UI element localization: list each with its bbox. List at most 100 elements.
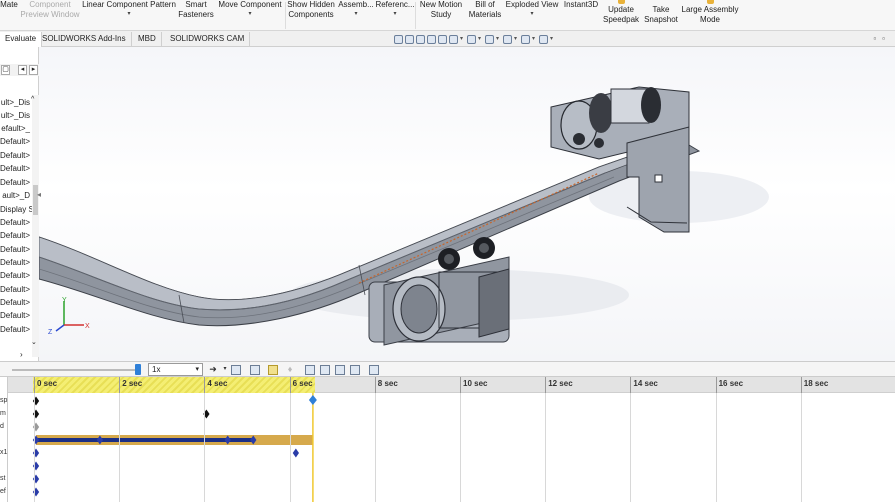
playback-slider-thumb[interactable] — [135, 364, 141, 375]
hide-show-items-icon[interactable] — [485, 34, 494, 44]
playback-speed-value: 1x — [152, 365, 161, 374]
view-orientation-icon[interactable] — [449, 34, 458, 44]
exploded-view-dropdown-icon[interactable]: ▾ — [530, 10, 533, 18]
chevron-down-icon[interactable]: ▾ — [532, 36, 537, 42]
timeline-grid-line — [289, 393, 291, 502]
assembly-features-label: Assemb... — [338, 0, 374, 9]
tree-scroll-right-icon[interactable]: ▸ — [29, 65, 38, 75]
show-hidden-components-button[interactable]: Show Hidden Components — [287, 0, 335, 31]
mate-button[interactable]: Mate — [0, 0, 18, 31]
chevron-down-icon[interactable]: ⌄ — [31, 338, 37, 346]
reference-geometry-label: Referenc... — [375, 0, 415, 9]
tree-item[interactable]: efault>_ — [0, 122, 32, 135]
new-motion-study-button[interactable]: New Motion Study — [417, 0, 465, 31]
tree-item[interactable]: Default> — [0, 162, 32, 175]
previous-view-icon[interactable] — [416, 34, 425, 44]
chevron-down-icon[interactable]: ▾ — [514, 36, 519, 42]
component-preview-button[interactable]: Component Preview Window — [20, 0, 80, 31]
tree-item[interactable]: Default> — [0, 149, 32, 162]
tree-scroll-left-icon[interactable]: ◂ — [18, 65, 27, 75]
timeline-playhead-marker[interactable] — [308, 395, 317, 405]
panel-resize-handle[interactable]: ◂ — [37, 190, 45, 210]
tree-item[interactable]: Default> — [0, 256, 32, 269]
display-style-icon[interactable] — [467, 34, 476, 44]
chevron-down-icon[interactable]: ▾ — [496, 36, 501, 42]
tree-item[interactable]: ault>_D — [0, 189, 32, 202]
take-snapshot-label-2: Snapshot — [644, 15, 678, 24]
instant3d-button[interactable]: Instant3D — [561, 0, 601, 31]
dynamic-annotation-icon[interactable] — [438, 34, 447, 44]
tree-item[interactable]: Display S — [0, 203, 32, 216]
exploded-view-label: Exploded View — [505, 0, 559, 9]
timeline-grid-line — [800, 393, 802, 502]
chevron-down-icon[interactable]: ▾ — [550, 36, 555, 42]
command-ribbon: Mate Component Preview Window Linear Comp… — [0, 0, 895, 31]
move-component-dropdown-icon[interactable]: ▾ — [248, 10, 251, 18]
take-snapshot-button[interactable]: Take Snapshot — [642, 0, 680, 31]
tab-mbd[interactable]: MBD — [133, 32, 162, 47]
tree-item[interactable]: Default> — [0, 296, 32, 309]
tree-item[interactable]: Default> — [0, 216, 32, 229]
large-assembly-mode-button[interactable]: Large Assembly Mode — [681, 0, 739, 31]
tree-item[interactable]: Default> — [0, 269, 32, 282]
tree-item[interactable]: Default> — [0, 323, 32, 336]
chevron-down-icon[interactable]: ▾ — [478, 36, 483, 42]
tree-scrollbar[interactable] — [32, 95, 39, 357]
motor-icon[interactable] — [305, 365, 315, 375]
component-preview-label: Component — [29, 0, 71, 9]
autokey-icon[interactable] — [268, 365, 278, 375]
contact-icon[interactable] — [335, 365, 345, 375]
tree-item[interactable]: Default> — [0, 283, 32, 296]
chevron-down-icon: ▾ — [195, 366, 199, 373]
reference-geometry-button[interactable]: Referenc... ▾ — [375, 0, 415, 31]
tree-item[interactable]: Default> — [0, 135, 32, 148]
move-component-button[interactable]: Move Component ▾ — [216, 0, 284, 31]
keyframe-canvas[interactable] — [0, 377, 895, 502]
linear-pattern-button[interactable]: Linear Component Pattern ▾ — [82, 0, 176, 31]
section-view-icon[interactable] — [427, 34, 436, 44]
spring-icon[interactable] — [320, 365, 330, 375]
tab-solidworks-addins[interactable]: SOLIDWORKS Add-Ins — [37, 32, 132, 47]
apply-scene-icon[interactable] — [521, 34, 530, 44]
assembly-features-button[interactable]: Assemb... ▾ — [338, 0, 374, 31]
chevron-down-icon[interactable]: ▾ — [219, 363, 231, 376]
tab-evaluate[interactable]: Evaluate — [0, 32, 43, 47]
tree-item[interactable]: Default> — [0, 229, 32, 242]
view-settings-icon[interactable] — [539, 34, 548, 44]
add-key-icon[interactable]: ♦ — [284, 363, 296, 376]
playback-mode-icon[interactable]: ➜ — [207, 363, 219, 376]
tab-solidworks-cam[interactable]: SOLIDWORKS CAM — [165, 32, 251, 47]
animation-wizard-icon[interactable] — [250, 365, 260, 375]
timeline-change-bar[interactable] — [36, 438, 254, 442]
tree-item[interactable]: Default> — [0, 176, 32, 189]
chevron-down-icon[interactable]: ▾ — [460, 36, 465, 42]
reference-geometry-dropdown-icon[interactable]: ▾ — [393, 10, 396, 18]
keyframe-diamond[interactable] — [292, 448, 300, 458]
bill-of-materials-button[interactable]: Bill of Materials — [467, 0, 503, 31]
update-speedpak-button[interactable]: Update Speedpak — [603, 0, 639, 31]
orientation-triad: Y X Z — [44, 295, 94, 336]
motion-timeline[interactable]: 0 sec 2 sec 4 sec 6 sec 8 sec 10 sec 12 sec 14 … — [0, 377, 895, 502]
tree-filter-icon[interactable]: ▢ — [1, 65, 10, 75]
save-animation-icon[interactable] — [231, 365, 241, 375]
playback-speed-select[interactable]: 1x ▾ — [148, 363, 203, 376]
triad-x-label: X — [85, 323, 90, 330]
motion-study-properties-icon[interactable] — [369, 365, 379, 375]
window-controls[interactable]: ▫▫ — [873, 34, 891, 43]
tree-item[interactable]: ult>_Dis — [0, 109, 32, 122]
chevron-right-icon[interactable]: › — [20, 350, 23, 359]
gravity-icon[interactable] — [350, 365, 360, 375]
linear-pattern-dropdown-icon[interactable]: ▾ — [127, 10, 130, 18]
assembly-features-dropdown-icon[interactable]: ▾ — [354, 10, 357, 18]
edit-appearance-icon[interactable] — [503, 34, 512, 44]
zoom-to-area-icon[interactable] — [405, 34, 414, 44]
tree-item[interactable]: Default> — [0, 309, 32, 322]
playback-position-slider[interactable] — [12, 369, 137, 371]
zoom-to-fit-icon[interactable] — [394, 34, 403, 44]
exploded-view-button[interactable]: Exploded View ▾ — [505, 0, 559, 31]
timeline-grid-line — [34, 393, 35, 502]
tree-item[interactable]: Default> — [0, 243, 32, 256]
graphics-viewport[interactable] — [39, 47, 895, 361]
smart-fasteners-button[interactable]: Smart Fasteners — [178, 0, 214, 31]
tree-item[interactable]: ult>_Dis — [0, 96, 32, 109]
